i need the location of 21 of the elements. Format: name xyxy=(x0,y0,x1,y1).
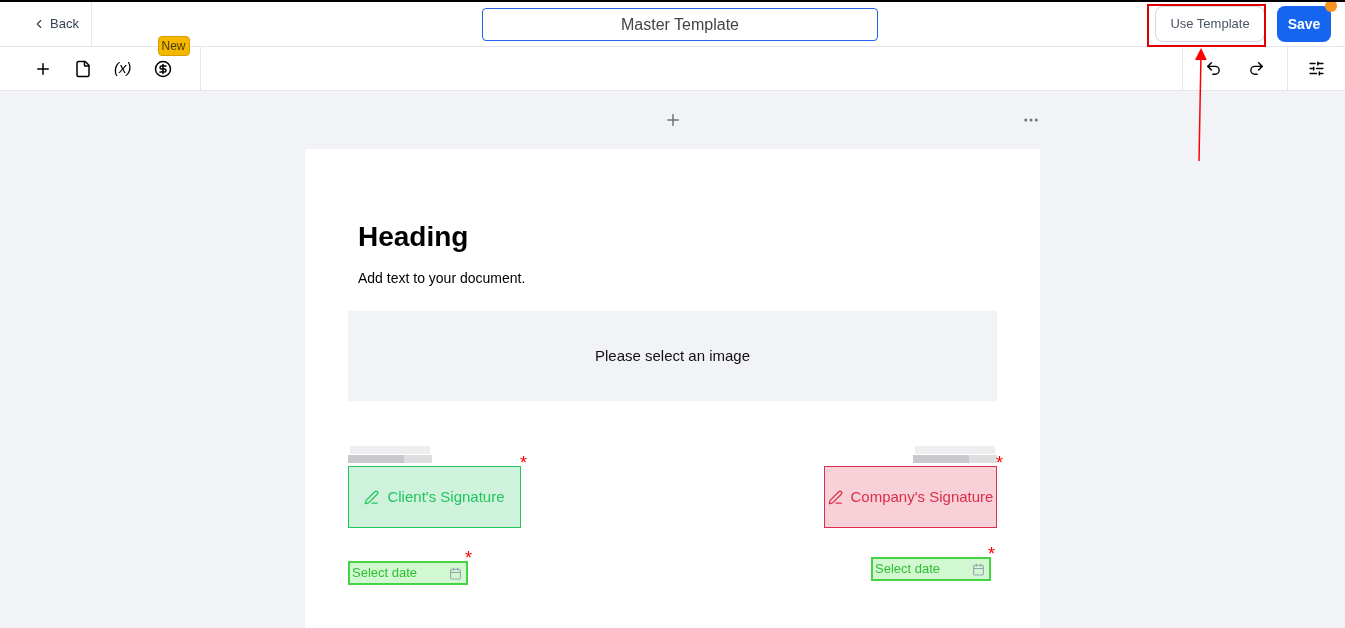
calendar-icon xyxy=(972,562,985,576)
heading: Heading xyxy=(358,220,470,254)
required-asterisk: * xyxy=(520,454,527,472)
body-text: Add text to your document. xyxy=(358,269,527,288)
variable-icon[interactable]: (x) xyxy=(114,57,132,80)
required-asterisk: * xyxy=(465,549,472,567)
document-icon[interactable] xyxy=(74,59,92,78)
back-button[interactable]: Back xyxy=(32,14,79,34)
undo-icon[interactable] xyxy=(1205,60,1222,77)
title-field[interactable]: Master Template xyxy=(482,8,878,41)
required-asterisk: * xyxy=(996,454,1003,472)
redo-icon[interactable] xyxy=(1248,60,1265,77)
calendar-icon xyxy=(449,566,462,580)
pen-icon xyxy=(364,489,380,505)
settings-icon[interactable] xyxy=(1308,60,1325,77)
dollar-coin-icon[interactable] xyxy=(153,59,172,78)
required-asterisk: * xyxy=(988,545,995,563)
use-template-button[interactable]: Use Template xyxy=(1155,6,1265,42)
save-button[interactable]: Save xyxy=(1277,6,1331,42)
pen-icon xyxy=(827,489,843,505)
image-placeholder[interactable]: Please select an image xyxy=(348,311,997,401)
